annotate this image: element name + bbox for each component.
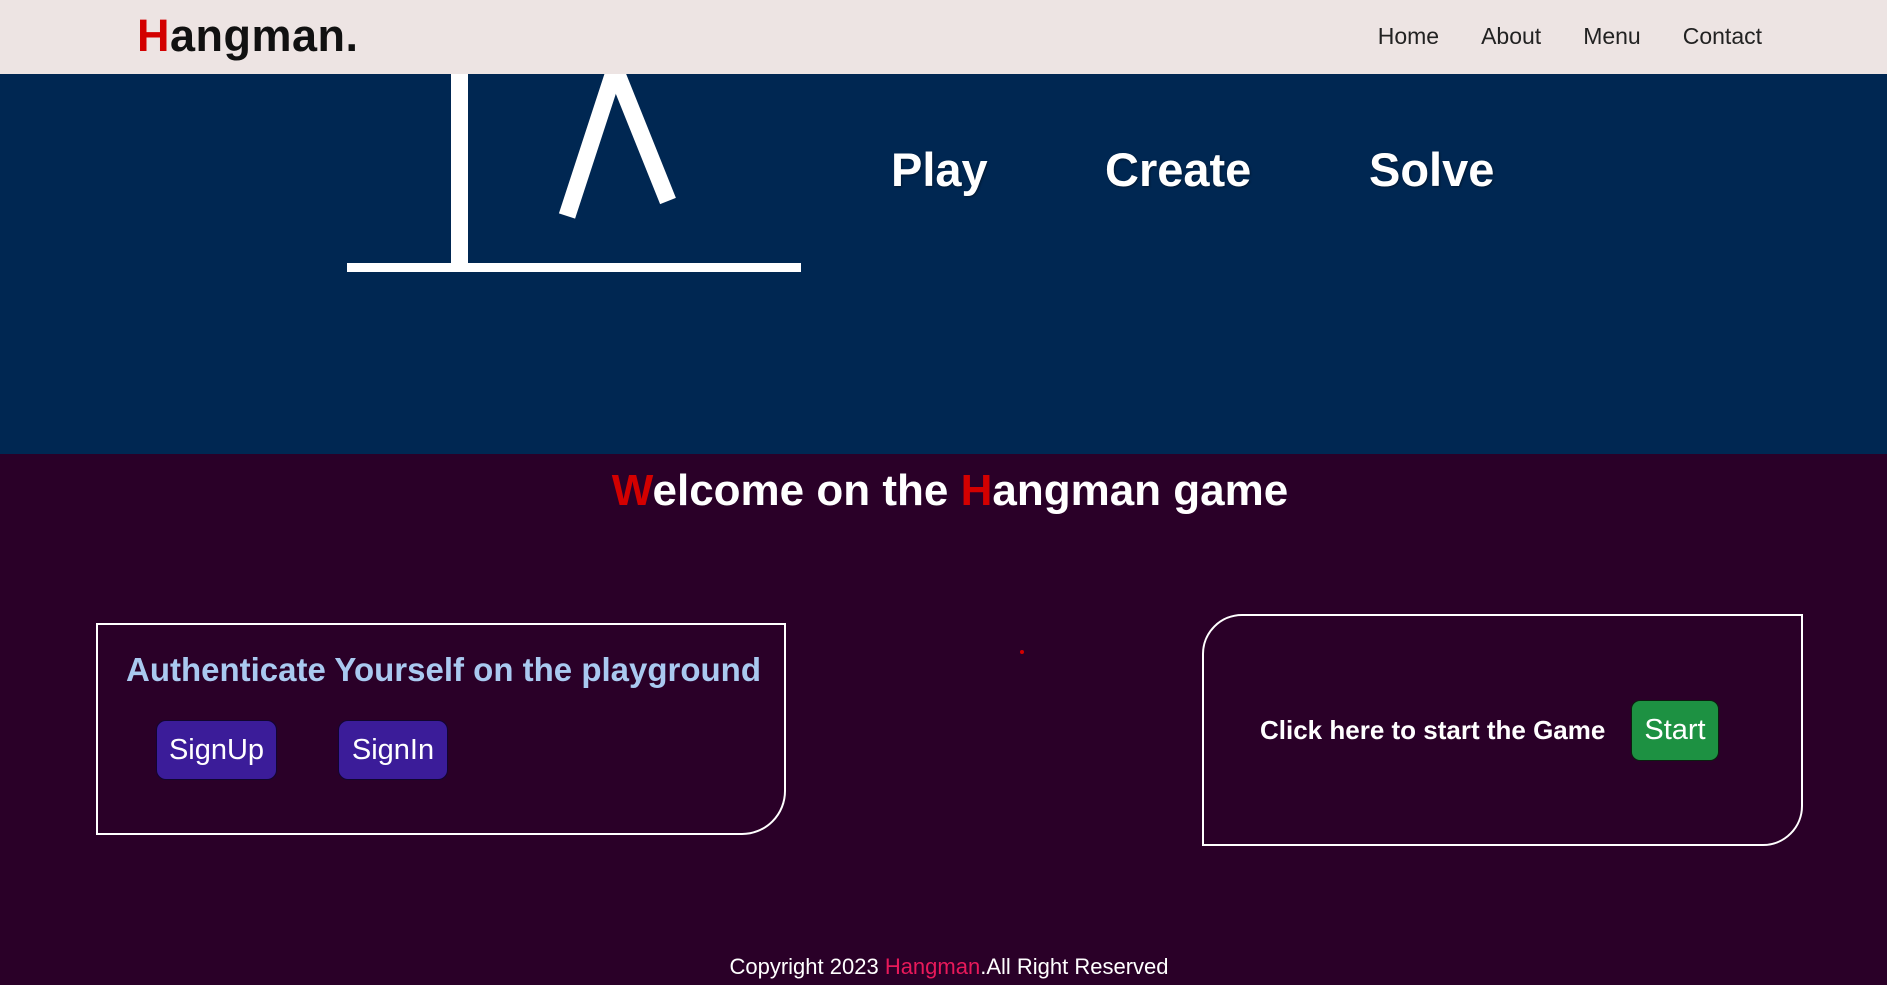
site-logo[interactable]: Hangman. (137, 10, 359, 62)
title-accent-w: W (611, 466, 653, 515)
footer-suffix: .All Right Reserved (980, 954, 1169, 979)
logo-text: angman. (170, 10, 359, 61)
footer-prefix: Copyright 2023 (729, 954, 885, 979)
gallows-base (347, 263, 801, 272)
navbar: Hangman. Home About Menu Contact (0, 0, 1887, 74)
footer: Copyright 2023 Hangman.All Right Reserve… (0, 953, 1887, 981)
title-accent-h: H (960, 466, 993, 515)
gallows-post (451, 74, 468, 264)
title-part-1: elcome on the (652, 466, 961, 515)
nav-link-home[interactable]: Home (1378, 22, 1439, 50)
auth-title: Authenticate Yourself on the playground (126, 651, 761, 688)
decorative-dot (1020, 650, 1024, 654)
start-panel: Click here to start the Game Start (1202, 614, 1803, 846)
title-part-2: angman game (992, 466, 1289, 515)
footer-brand: Hangman (884, 954, 981, 979)
nav-link-contact[interactable]: Contact (1683, 22, 1762, 50)
signup-button[interactable]: SignUp (156, 720, 277, 780)
welcome-title: Welcome on the Hangman game (0, 465, 1887, 517)
auth-panel: Authenticate Yourself on the playground … (96, 623, 786, 835)
nav-links: Home About Menu Contact (1336, 22, 1762, 50)
hero-link-solve[interactable]: Solve (1369, 142, 1494, 198)
start-label: Click here to start the Game (1260, 715, 1606, 745)
start-button[interactable]: Start (1631, 700, 1719, 761)
gallows-illustration (347, 74, 801, 272)
hero-section: Play Create Solve (0, 74, 1887, 454)
nav-link-about[interactable]: About (1481, 22, 1541, 50)
nav-link-menu[interactable]: Menu (1583, 22, 1641, 50)
hangman-left-leg (558, 74, 623, 219)
hero-link-play[interactable]: Play (891, 142, 988, 198)
logo-first-letter: H (137, 10, 170, 61)
hero-link-create[interactable]: Create (1105, 142, 1251, 198)
hangman-right-leg (607, 74, 676, 205)
signin-button[interactable]: SignIn (338, 720, 448, 780)
